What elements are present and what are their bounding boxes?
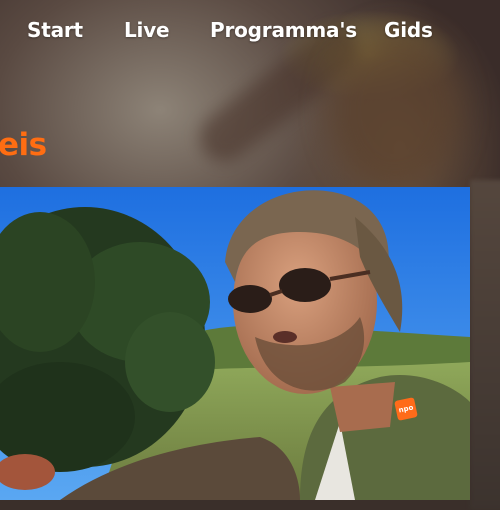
top-navigation: Start Live Programma's Gids bbox=[0, 0, 500, 62]
nav-item-live[interactable]: Live bbox=[124, 18, 170, 42]
video-player[interactable]: npo bbox=[0, 187, 470, 500]
nav-item-programmas[interactable]: Programma's bbox=[210, 18, 357, 42]
npo-logo-label: npo bbox=[397, 403, 415, 415]
background-blur-shape bbox=[470, 180, 500, 510]
page-title: eis bbox=[0, 126, 47, 163]
nav-item-start[interactable]: Start bbox=[27, 18, 83, 42]
npo-logo-icon: npo bbox=[394, 397, 418, 421]
video-frame-image bbox=[0, 187, 470, 500]
nav-item-gids[interactable]: Gids bbox=[384, 18, 433, 42]
